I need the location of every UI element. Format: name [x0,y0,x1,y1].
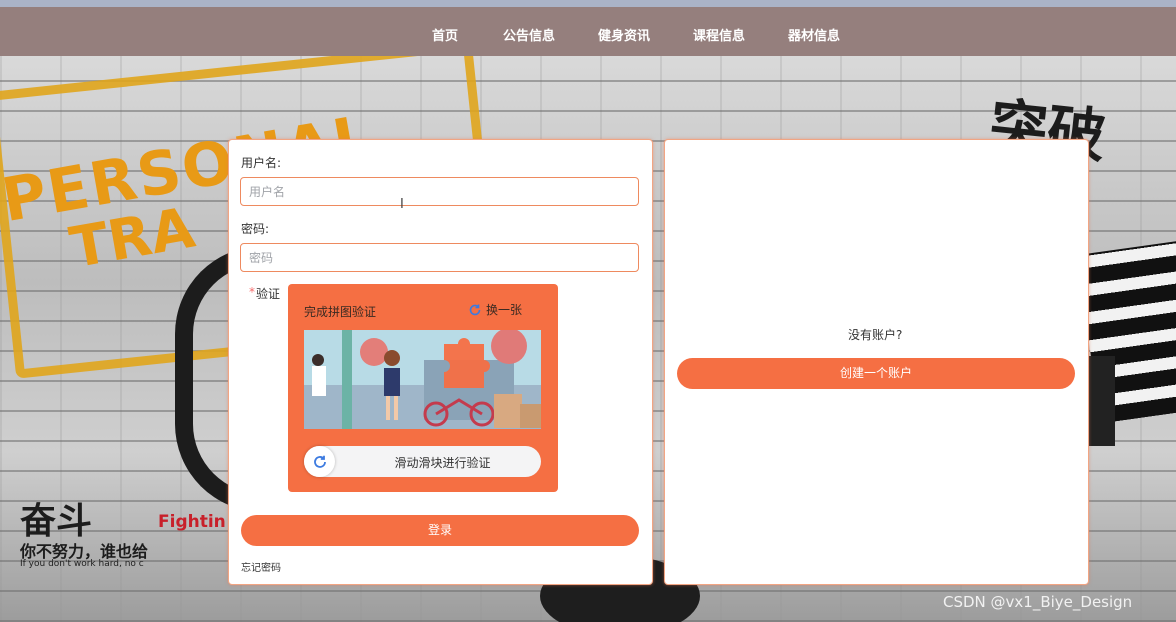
top-navbar: 首页 公告信息 健身资讯 课程信息 器材信息 [0,7,1176,56]
bg-dark-ring-right [1085,356,1115,446]
bg-fighting-text: Fightin [158,512,226,532]
no-account-text: 没有账户? [848,328,903,342]
refresh-icon [469,304,481,315]
nav-home[interactable]: 首页 [432,25,458,44]
bg-slogan-en: If you don't work hard, no c [20,559,144,569]
csdn-watermark: CSDN @vx1_Biye_Design [943,593,1133,611]
password-label: 密码: [241,222,270,236]
captcha-title: 完成拼图验证 [304,305,377,319]
captcha-slider-track[interactable]: 滑动滑块进行验证 [304,446,541,477]
create-account-button[interactable]: 创建一个账户 [677,358,1075,389]
top-accent-strip [0,0,1176,7]
captcha-illustration [304,330,541,429]
slider-refresh-icon [313,455,326,468]
nav-courses[interactable]: 课程信息 [693,25,745,44]
username-label: 用户名: [241,156,282,170]
login-button[interactable]: 登录 [241,515,639,546]
puzzle-captcha: 完成拼图验证 换一张 滑动滑块进行验证 [288,284,558,492]
text-cursor-icon: I [400,197,404,212]
forgot-password-link[interactable]: 忘记密码 [241,559,281,574]
slider-hint-text: 滑动滑块进行验证 [394,456,491,470]
verify-required-mark: * [249,285,255,299]
captcha-refresh-button[interactable]: 换一张 [468,301,522,318]
nav-equipment[interactable]: 器材信息 [788,25,840,44]
bg-struggle-text: 奋斗 [20,501,93,542]
captcha-puzzle-image [304,330,541,429]
nav-fitness-news[interactable]: 健身资讯 [598,25,650,44]
username-input[interactable] [240,177,639,206]
verify-label: 验证 [256,287,281,301]
nav-announcements[interactable]: 公告信息 [503,25,555,44]
captcha-slider-handle[interactable] [304,446,335,477]
captcha-refresh-label: 换一张 [486,303,523,317]
password-input[interactable] [240,243,639,272]
